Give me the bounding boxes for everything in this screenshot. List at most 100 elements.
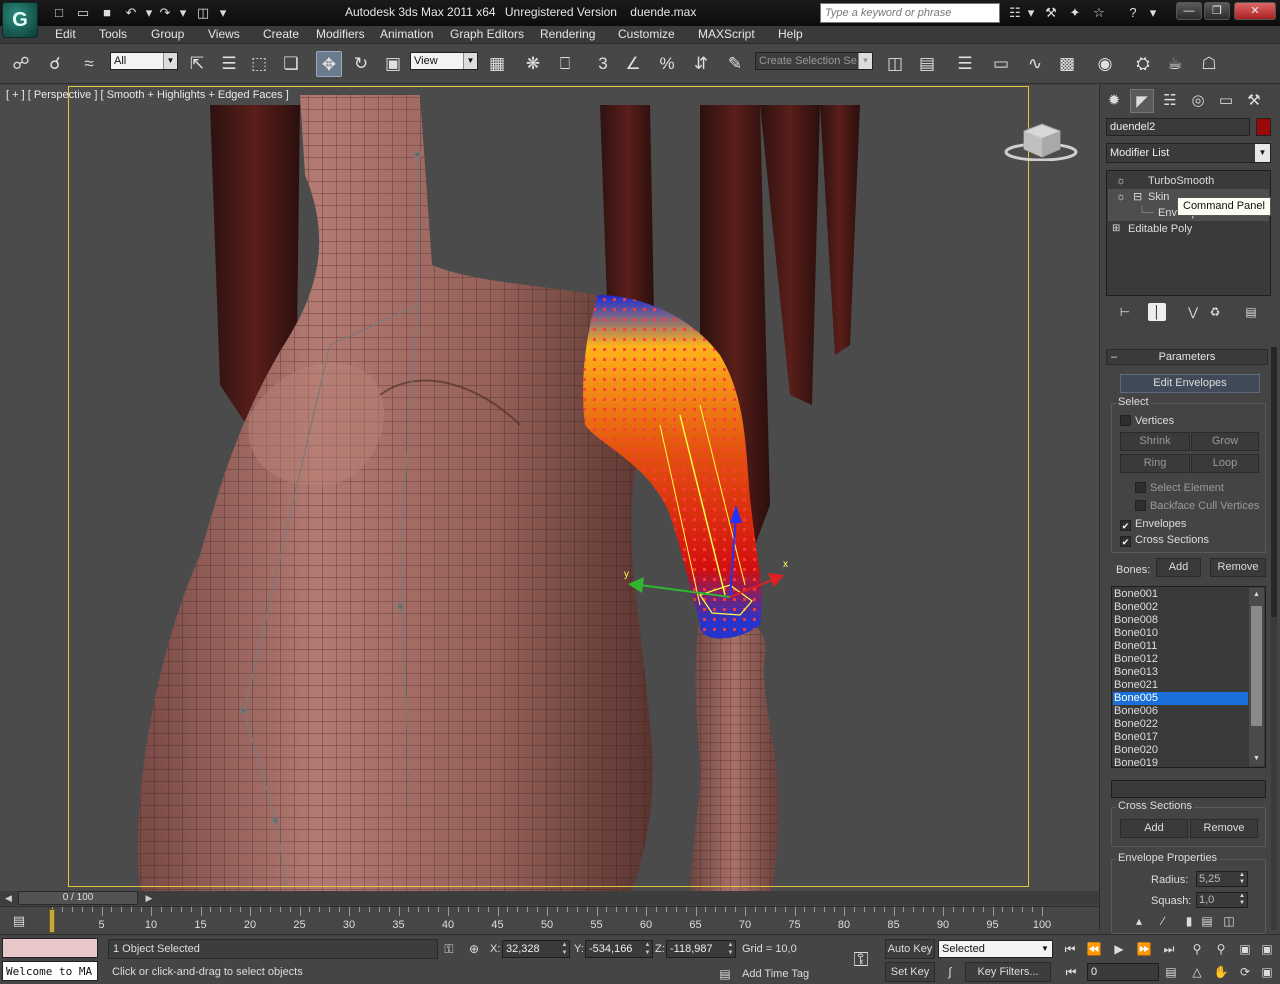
keyboard-shortcut-override-icon[interactable]: ⎕ [552, 51, 578, 77]
selection-filter-dropdown[interactable]: All ▼ [110, 52, 178, 70]
squash-spinner[interactable]: 1,0 ▲ ▼ [1196, 892, 1248, 908]
list-item[interactable]: Bone021 [1113, 679, 1248, 692]
list-item-selected[interactable]: Bone005 [1113, 692, 1248, 705]
vertices-checkbox[interactable]: Vertices [1120, 415, 1174, 427]
select-and-scale-icon[interactable]: ▣ [380, 51, 406, 77]
previous-frame-icon[interactable]: ◀ [0, 891, 17, 905]
percent-snap-icon[interactable]: % [654, 51, 680, 77]
maximize-button[interactable]: ❐ [1204, 2, 1230, 20]
current-frame-field[interactable]: 0 [1087, 963, 1159, 981]
plus-icon[interactable]: ⊞ [1112, 221, 1120, 237]
motion-tab-icon[interactable]: ◎ [1186, 89, 1210, 113]
spinner-arrows-icon[interactable]: ▲ ▼ [560, 941, 569, 957]
command-panel-scrollbar[interactable] [1271, 347, 1277, 930]
material-editor-icon[interactable]: ◉ [1092, 51, 1118, 77]
loop-button[interactable]: Loop [1191, 454, 1259, 473]
next-frame-icon[interactable]: ▶ [143, 891, 155, 905]
scroll-down-icon[interactable]: ▼ [1249, 752, 1264, 766]
subscription-icon[interactable]: ⚒ [1042, 4, 1060, 22]
add-time-tag[interactable]: Add Time Tag [742, 968, 809, 980]
list-item[interactable]: Bone006 [1113, 705, 1248, 718]
modify-tab-icon[interactable]: ◤ [1130, 89, 1154, 113]
bones-list[interactable]: Bone001 Bone002 Bone008 Bone010 Bone011 … [1111, 586, 1266, 768]
list-item[interactable]: Bone019 [1113, 757, 1248, 767]
z-coordinate-field[interactable]: -118,987 ▲ ▼ [666, 940, 736, 958]
render-setup-icon[interactable]: ⛭ [1130, 51, 1156, 77]
curve-editor-icon[interactable]: ∿ [1022, 51, 1048, 77]
key-selection-set-dropdown[interactable]: Selected ▼ [938, 940, 1053, 958]
search-input[interactable]: Type a keyword or phrase [820, 3, 1000, 23]
add-cross-section-button[interactable]: Add [1120, 819, 1188, 838]
open-file-icon[interactable]: ▭ [74, 4, 92, 22]
create-tab-icon[interactable]: ✹ [1102, 89, 1126, 113]
set-key-button[interactable]: Set Key [885, 962, 935, 982]
menu-edit[interactable]: Edit [55, 27, 76, 41]
modifier-list-dropdown[interactable]: Modifier List ▼ [1106, 143, 1271, 163]
lightbulb-icon[interactable]: ☼ [1116, 189, 1126, 205]
spinner-arrows-icon[interactable]: ▲ ▼ [1237, 893, 1247, 907]
edit-envelopes-button[interactable]: Edit Envelopes [1120, 374, 1260, 393]
unlink-selection-icon[interactable]: ☌ [42, 51, 68, 77]
pivot-center-icon[interactable]: ▦ [484, 51, 510, 77]
object-color-swatch[interactable] [1256, 118, 1271, 136]
pan-view-icon[interactable]: ✋ [1212, 963, 1230, 981]
quick-access-dropdown-icon[interactable]: ▾ [214, 4, 232, 22]
stack-item-editable-poly[interactable]: ⊞ Editable Poly [1108, 221, 1269, 237]
list-item[interactable]: Bone017 [1113, 731, 1248, 744]
list-item[interactable]: Bone010 [1113, 627, 1248, 640]
make-unique-icon[interactable]: ⋁ [1184, 303, 1202, 321]
communication-center-icon[interactable]: ✦ [1066, 4, 1084, 22]
scroll-up-icon[interactable]: ▲ [1249, 588, 1264, 602]
menu-create[interactable]: Create [263, 27, 299, 41]
bones-scrollbar[interactable]: ▲ ▼ [1249, 588, 1264, 766]
track-bar[interactable]: ▤ 05101520253035404550556065707580859095… [0, 906, 1099, 934]
zoom-extents-all-icon[interactable]: ▣ [1258, 940, 1276, 958]
rectangular-selection-icon[interactable]: ⬚ [246, 51, 272, 77]
menu-modifiers[interactable]: Modifiers [316, 27, 365, 41]
help-icon[interactable]: ? [1124, 4, 1142, 22]
time-configuration-icon[interactable]: ▤ [1162, 963, 1180, 981]
window-crossing-icon[interactable]: ❏ [278, 51, 304, 77]
scrollbar-thumb[interactable] [1251, 606, 1262, 726]
copy-envelope-icon[interactable]: ▤ [1198, 912, 1216, 930]
display-tab-icon[interactable]: ▭ [1214, 89, 1238, 113]
undo-icon[interactable]: ↶ [122, 4, 140, 22]
project-folder-icon[interactable]: ◫ [194, 4, 212, 22]
redo-icon[interactable]: ↷ [156, 4, 174, 22]
favorites-star-icon[interactable]: ☆ [1090, 4, 1108, 22]
snaps-toggle-icon[interactable]: 3 [590, 51, 616, 77]
y-coordinate-field[interactable]: -534,166 ▲ ▼ [585, 940, 653, 958]
list-item[interactable]: Bone022 [1113, 718, 1248, 731]
previous-key-icon[interactable]: ⏪ [1085, 940, 1103, 958]
remove-bone-button[interactable]: Remove [1210, 558, 1266, 577]
orbit-icon[interactable]: ⟳ [1236, 963, 1254, 981]
select-and-rotate-icon[interactable]: ↻ [348, 51, 374, 77]
falloff-curve-icon[interactable]: ∕ [1154, 912, 1172, 930]
radius-spinner[interactable]: 5,25 ▲ ▼ [1196, 871, 1248, 887]
lock-icon[interactable]: ⚿ [440, 940, 458, 958]
play-icon[interactable]: ▶ [1110, 940, 1128, 958]
ring-button[interactable]: Ring [1120, 454, 1190, 473]
time-tag-icon[interactable]: ▤ [716, 965, 734, 983]
maximize-viewport-icon[interactable]: ▣ [1258, 963, 1276, 981]
help-dropdown-icon[interactable]: ▾ [1144, 4, 1162, 22]
spinner-snap-icon[interactable]: ⇵ [688, 51, 714, 77]
close-button[interactable]: ✕ [1234, 2, 1276, 20]
minimize-button[interactable]: — [1176, 2, 1202, 20]
menu-help[interactable]: Help [778, 27, 803, 41]
shrink-button[interactable]: Shrink [1120, 432, 1190, 451]
configure-modifier-sets-icon[interactable]: ▤ [1242, 303, 1260, 321]
menu-views[interactable]: Views [208, 27, 240, 41]
key-mode-toggle-icon[interactable]: ⏮ [1062, 963, 1080, 981]
set-keys-key-icon[interactable]: ⚿ [842, 945, 880, 975]
application-button[interactable]: G [2, 2, 38, 38]
schematic-view-icon[interactable]: ▩ [1054, 51, 1080, 77]
frame-ticks[interactable]: 0510152025303540455055606570758085909510… [49, 907, 1092, 935]
object-name-field[interactable]: duendel2 [1106, 118, 1250, 136]
manage-layers-icon[interactable]: ☰ [952, 51, 978, 77]
list-item[interactable]: Bone008 [1113, 614, 1248, 627]
align-icon[interactable]: ▤ [914, 51, 940, 77]
key-filters-button[interactable]: Key Filters... [965, 962, 1051, 982]
x-coordinate-field[interactable]: 32,328 ▲ ▼ [502, 940, 570, 958]
menu-graph-editors[interactable]: Graph Editors [450, 27, 524, 41]
